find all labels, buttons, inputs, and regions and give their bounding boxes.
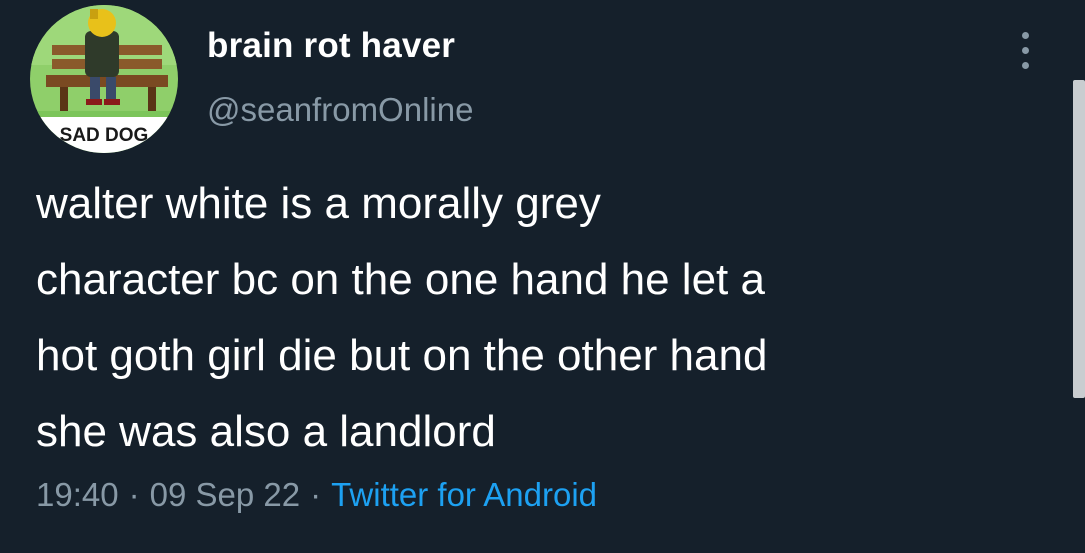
- tweet-metadata: 19:40 · 09 Sep 22 · Twitter for Android: [36, 476, 597, 514]
- more-vertical-icon: [1022, 62, 1029, 69]
- tweet-source-link[interactable]: Twitter for Android: [331, 476, 597, 513]
- more-vertical-icon: [1022, 32, 1029, 39]
- more-options-button[interactable]: [1010, 28, 1040, 74]
- more-vertical-icon: [1022, 47, 1029, 54]
- user-handle[interactable]: @seanfromOnline: [207, 91, 473, 129]
- display-name[interactable]: brain rot haver: [207, 26, 455, 66]
- avatar-caption: SAD DOG: [60, 125, 149, 146]
- avatar[interactable]: SAD DOG: [30, 5, 178, 153]
- tweet-text: walter white is a morally grey character…: [36, 179, 768, 456]
- scrollbar[interactable]: [1073, 80, 1085, 398]
- separator: ·: [128, 476, 140, 513]
- tweet-time[interactable]: 19:40: [36, 476, 119, 513]
- separator: ·: [310, 476, 322, 513]
- tweet-card: SAD DOG brain rot haver @seanfromOnline …: [0, 0, 1085, 553]
- sad-dog-avatar-image: SAD DOG: [30, 5, 178, 153]
- tweet-date[interactable]: 09 Sep 22: [150, 476, 300, 513]
